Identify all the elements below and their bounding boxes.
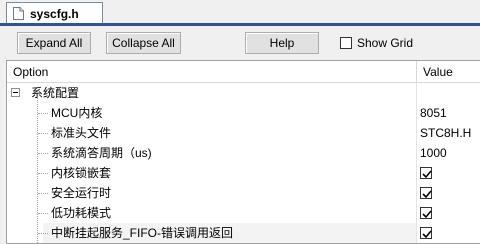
value-divider [416, 83, 417, 103]
show-grid-checkbox[interactable] [340, 37, 352, 49]
tree-connector [38, 113, 48, 114]
value-divider [416, 203, 417, 223]
option-row-low-power-mode[interactable]: 低功耗模式 [7, 203, 480, 223]
option-grid: Option Value 系统配置 MCU内核 8051 标准头文件 STC8H… [6, 60, 480, 244]
tab-syscfg-h[interactable]: syscfg.h [6, 2, 103, 24]
help-button[interactable]: Help [245, 32, 319, 54]
collapse-minus-icon[interactable] [11, 88, 20, 97]
option-checkbox[interactable] [420, 207, 432, 219]
option-row-header-file[interactable]: 标准头文件 STC8H.H [7, 123, 480, 143]
group-row[interactable]: 系统配置 [7, 83, 480, 103]
tab-label: syscfg.h [30, 6, 79, 21]
show-grid-toggle[interactable]: Show Grid [340, 36, 413, 50]
group-label: 系统配置 [31, 86, 80, 100]
tree-connector [38, 133, 48, 134]
option-row-safe-runtime[interactable]: 安全运行时 [7, 183, 480, 203]
option-name: MCU内核 [51, 106, 103, 120]
option-row-tick-period[interactable]: 系统滴答周期（us) 1000 [7, 143, 480, 163]
checkmark-icon [422, 230, 432, 239]
document-icon [13, 7, 24, 20]
column-header-option[interactable]: Option [7, 61, 416, 83]
expand-all-button[interactable]: Expand All [17, 32, 91, 54]
toolbar: Expand All Collapse All Help Show Grid [0, 26, 480, 60]
tree-connector [38, 173, 48, 174]
checkmark-icon [422, 170, 432, 179]
option-value[interactable]: 8051 [417, 103, 447, 123]
option-row-mcu-core[interactable]: MCU内核 8051 [7, 103, 480, 123]
checkmark-icon [422, 190, 432, 199]
tree-connector [38, 193, 48, 194]
column-header-value[interactable]: Value [417, 61, 480, 83]
tree-connector [38, 233, 48, 234]
collapse-all-button[interactable]: Collapse All [106, 32, 181, 54]
tree-connector [38, 153, 48, 154]
option-name: 标准头文件 [51, 126, 112, 140]
option-name: 安全运行时 [51, 186, 112, 200]
option-name: 系统滴答周期（us) [51, 146, 152, 160]
option-name: 中断挂起服务_FIFO-错误调用返回 [51, 226, 233, 240]
option-checkbox[interactable] [420, 187, 432, 199]
option-checkbox[interactable] [420, 227, 432, 239]
grid-header: Option Value [7, 61, 480, 83]
option-value[interactable]: STC8H.H [417, 123, 471, 143]
show-grid-label: Show Grid [357, 36, 414, 50]
option-checkbox[interactable] [420, 167, 432, 179]
value-divider [416, 183, 417, 203]
tree-vertical-connector [37, 97, 38, 244]
option-name: 低功耗模式 [51, 206, 112, 220]
configuration-panel: Expand All Collapse All Help Show Grid O… [0, 26, 480, 244]
checkmark-icon [422, 210, 432, 219]
value-divider [416, 163, 417, 183]
tree-connector [38, 213, 48, 214]
option-row-kernel-lock-nesting[interactable]: 内核锁嵌套 [7, 163, 480, 183]
tab-strip: syscfg.h [0, 0, 480, 26]
option-value[interactable]: 1000 [417, 143, 447, 163]
value-divider [416, 223, 417, 243]
option-row-interrupt-fifo[interactable]: 中断挂起服务_FIFO-错误调用返回 [7, 223, 480, 243]
option-name: 内核锁嵌套 [51, 166, 112, 180]
